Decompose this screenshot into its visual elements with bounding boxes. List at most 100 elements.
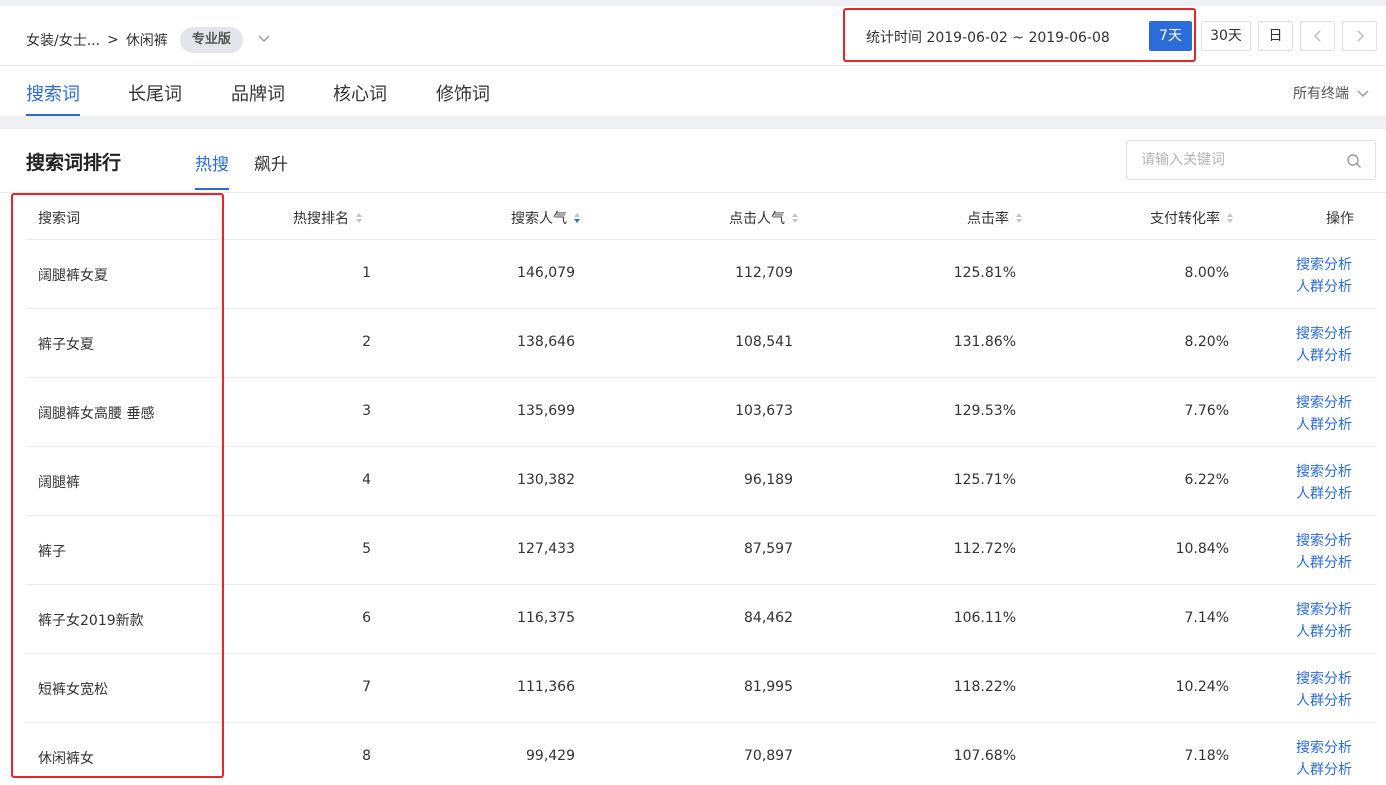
- subtab-rising[interactable]: 飙升: [254, 150, 288, 190]
- cell-conversion: 8.00%: [1184, 265, 1229, 281]
- table-row: 裤子女夏 2 138,646 108,541 131.86% 8.20% 搜索分析 人群分析: [26, 309, 1376, 378]
- search-input[interactable]: [1141, 150, 1331, 170]
- sort-icon: [356, 213, 362, 223]
- col-conversion[interactable]: 支付转化率: [1150, 208, 1234, 228]
- cell-click-popularity: 70,897: [744, 748, 793, 764]
- col-hot-rank[interactable]: 热搜排名: [293, 208, 363, 228]
- sort-icon: [792, 213, 798, 223]
- cell-keyword: 阔腿裤女高腰 垂感: [38, 406, 155, 422]
- row-actions: 搜索分析 人群分析: [1296, 461, 1352, 505]
- cell-rank: 7: [362, 679, 371, 695]
- table-header: 搜索词 热搜排名 搜索人气 点击人气 点击率 支付转化率 操作: [26, 193, 1376, 240]
- chevron-left-icon: [1313, 30, 1321, 42]
- breadcrumb-parent[interactable]: 女装/女士...: [26, 30, 100, 50]
- cell-keyword: 裤子女夏: [38, 337, 94, 353]
- table-row: 裤子女2019新款 6 116,375 84,462 106.11% 7.14% 搜索分析人…: [26, 585, 1376, 654]
- cell-click-popularity: 103,673: [735, 403, 793, 419]
- 7-days-button[interactable]: 7天: [1149, 21, 1192, 51]
- cell-keyword: 阔腿裤: [38, 475, 80, 491]
- cell-search-popularity: 135,699: [517, 403, 575, 419]
- search-icon[interactable]: [1346, 153, 1362, 169]
- subtab-hot[interactable]: 热搜: [195, 150, 229, 190]
- search-analysis-link[interactable]: 搜索分析: [1296, 254, 1352, 276]
- table-row: 短裤女宽松 7 111,366 81,995 118.22% 10.24% 搜索分析 人群分析: [26, 654, 1376, 723]
- table-row: 阔腿裤 4 130,382 96,189 125.71% 6.22% 搜索分析 人群分析: [26, 447, 1376, 516]
- cell-keyword: 休闲裤女: [38, 751, 94, 767]
- chevron-down-icon[interactable]: [257, 31, 271, 45]
- crowd-analysis-link[interactable]: 人群分析: [1296, 483, 1352, 505]
- edition-badge: 专业版: [179, 27, 243, 53]
- search-analysis-link[interactable]: 搜索分析: [1296, 668, 1352, 690]
- cell-conversion: 6.22%: [1184, 472, 1229, 488]
- cell-click-popularity: 84,462: [744, 610, 793, 626]
- cell-conversion: 7.14%: [1184, 610, 1229, 626]
- crowd-analysis-link[interactable]: 人群分析: [1296, 621, 1352, 643]
- cell-keyword: 裤子女2019新款: [38, 613, 144, 629]
- tab-search-words[interactable]: 搜索词: [26, 80, 80, 116]
- crowd-analysis-link[interactable]: 人群分析: [1296, 552, 1352, 574]
- row-actions: 搜索分析 人群分析: [1296, 323, 1352, 367]
- cell-search-popularity: 130,382: [517, 472, 575, 488]
- cell-click-popularity: 87,597: [744, 541, 793, 557]
- crowd-analysis-link[interactable]: 人群分析: [1296, 276, 1352, 298]
- date-range-label: 统计时间 2019-06-02 ~ 2019-06-08: [866, 30, 1110, 46]
- crowd-analysis-link[interactable]: 人群分析: [1296, 690, 1352, 712]
- crowd-analysis-link[interactable]: 人群分析: [1296, 759, 1352, 781]
- cell-ctr: 125.81%: [953, 265, 1016, 281]
- cell-rank: 6: [362, 610, 371, 626]
- keyword-search: [1126, 140, 1376, 180]
- cell-search-popularity: 111,366: [517, 679, 575, 695]
- cell-rank: 4: [362, 472, 371, 488]
- search-analysis-link[interactable]: 搜索分析: [1296, 461, 1352, 483]
- search-analysis-link[interactable]: 搜索分析: [1296, 323, 1352, 345]
- cell-conversion: 10.84%: [1175, 541, 1229, 557]
- cell-click-popularity: 112,709: [735, 265, 793, 281]
- tab-brand-words[interactable]: 品牌词: [231, 80, 285, 116]
- terminal-select[interactable]: 所有终端: [1293, 83, 1369, 103]
- col-actions: 操作: [1326, 211, 1354, 227]
- cell-keyword: 阔腿裤女夏: [38, 268, 108, 284]
- day-button[interactable]: 日: [1258, 21, 1293, 51]
- cell-search-popularity: 138,646: [517, 334, 575, 350]
- cell-rank: 8: [362, 748, 371, 764]
- next-period-button[interactable]: [1342, 21, 1377, 51]
- tab-modifier-words[interactable]: 修饰词: [436, 80, 490, 116]
- row-actions: 搜索分析 人群分析: [1296, 530, 1352, 574]
- breadcrumb-current[interactable]: 休闲裤: [126, 30, 168, 50]
- cell-search-popularity: 146,079: [517, 265, 575, 281]
- cell-rank: 2: [362, 334, 371, 350]
- top-bar: 女装/女士... > 休闲裤 专业版 统计时间 2019-06-02 ~ 201…: [0, 6, 1386, 66]
- chevron-down-icon: [1357, 90, 1369, 97]
- breadcrumb-separator: >: [107, 32, 119, 48]
- search-analysis-link[interactable]: 搜索分析: [1296, 392, 1352, 414]
- ranking-panel: 搜索词排行 热搜 飙升 搜索词 热搜排名 搜索人气 点击人气 点击率 支付转化率…: [0, 129, 1386, 785]
- cell-conversion: 10.24%: [1175, 679, 1229, 695]
- cell-search-popularity: 99,429: [526, 748, 575, 764]
- col-search-popularity[interactable]: 搜索人气: [511, 208, 581, 228]
- panel-title: 搜索词排行: [26, 152, 122, 174]
- crowd-analysis-link[interactable]: 人群分析: [1296, 345, 1352, 367]
- tab-core-words[interactable]: 核心词: [333, 80, 387, 116]
- 30-days-button[interactable]: 30天: [1201, 21, 1251, 51]
- sort-desc-icon: [574, 213, 580, 223]
- cell-ctr: 112.72%: [953, 541, 1016, 557]
- cell-conversion: 8.20%: [1184, 334, 1229, 350]
- terminal-label: 所有终端: [1293, 86, 1349, 102]
- cell-ctr: 131.86%: [953, 334, 1016, 350]
- search-analysis-link[interactable]: 搜索分析: [1296, 530, 1352, 552]
- row-actions: 搜索分析 人群分析: [1296, 392, 1352, 436]
- search-analysis-link[interactable]: 搜索分析: [1296, 737, 1352, 759]
- cell-ctr: 107.68%: [953, 748, 1016, 764]
- cell-ctr: 106.11%: [953, 610, 1016, 626]
- tab-long-tail[interactable]: 长尾词: [128, 80, 182, 116]
- col-click-popularity[interactable]: 点击人气: [729, 208, 799, 228]
- col-ctr[interactable]: 点击率: [967, 208, 1023, 228]
- chevron-right-icon: [1356, 30, 1364, 42]
- prev-period-button[interactable]: [1300, 21, 1335, 51]
- cell-conversion: 7.76%: [1184, 403, 1229, 419]
- crowd-analysis-link[interactable]: 人群分析: [1296, 414, 1352, 436]
- cell-ctr: 129.53%: [953, 403, 1016, 419]
- cell-search-popularity: 116,375: [517, 610, 575, 626]
- cell-click-popularity: 81,995: [744, 679, 793, 695]
- search-analysis-link[interactable]: 搜索分析: [1296, 599, 1352, 621]
